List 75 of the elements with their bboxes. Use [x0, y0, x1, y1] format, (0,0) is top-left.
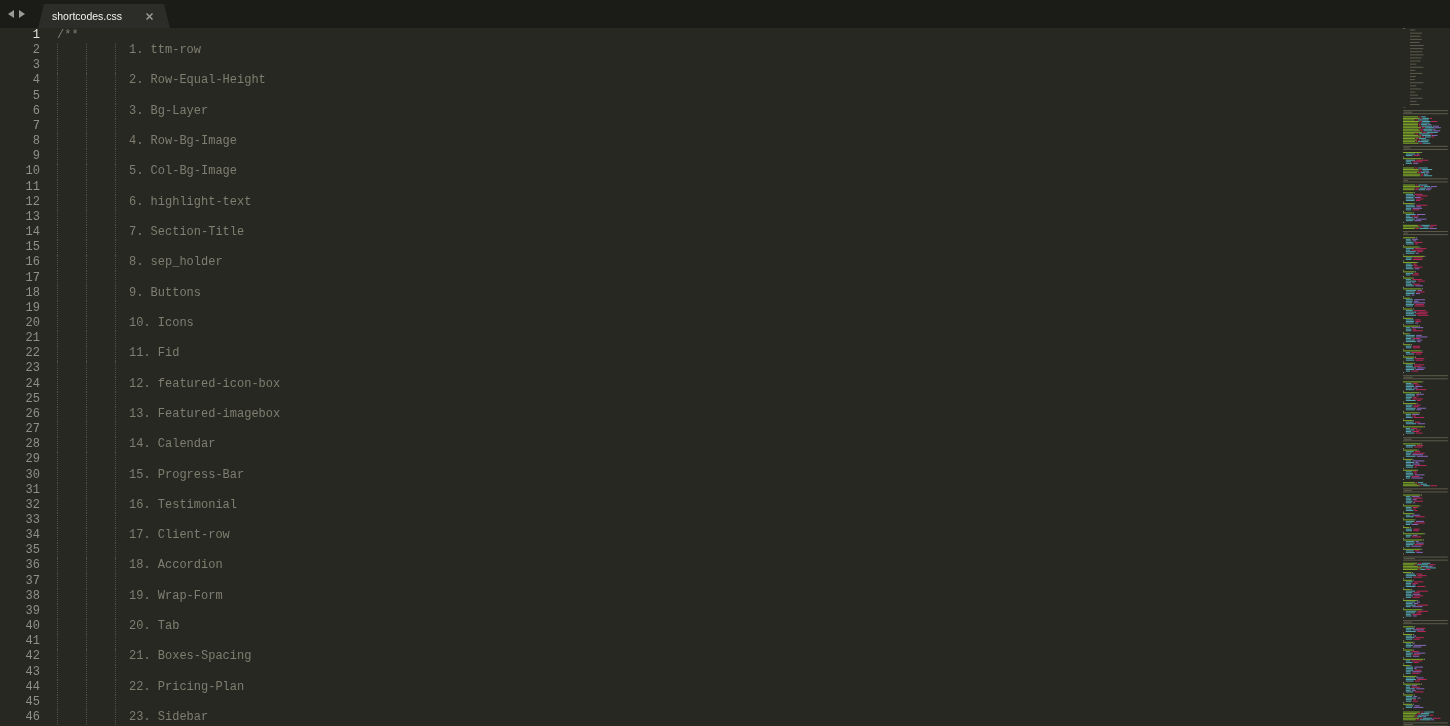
comment-text: 20. Tab: [129, 619, 180, 635]
comment-text: /**: [57, 28, 79, 44]
line-number: 33: [24, 513, 40, 529]
line-number: 30: [24, 467, 40, 483]
left-triangle-icon[interactable]: [8, 9, 14, 18]
comment-text: 12. featured-icon-box: [129, 376, 281, 392]
line-number: 29: [24, 452, 40, 468]
line-number: 34: [24, 528, 40, 544]
line-number: 24: [24, 376, 40, 392]
line-number: 31: [24, 482, 40, 498]
line-number: 42: [24, 649, 40, 665]
line-number: 37: [24, 573, 40, 589]
line-number: 9: [31, 149, 40, 165]
comment-text: 13. Featured-imagebox: [129, 406, 281, 423]
comment-text: 23. Sidebar: [129, 710, 209, 726]
line-number: 10: [24, 164, 40, 180]
comment-text: 2. Row-Equal-Height: [129, 73, 266, 89]
line-number: 44: [24, 679, 40, 695]
comment-text: 18. Accordion: [129, 558, 223, 574]
line-number: 1: [31, 28, 40, 44]
line-number: 25: [24, 391, 40, 407]
line-number: 46: [24, 710, 40, 726]
comment-text: 3. Bg-Layer: [129, 103, 209, 119]
line-number: 3: [31, 58, 40, 74]
close-icon[interactable]: [146, 12, 153, 20]
comment-text: 16. Testimonial: [129, 497, 237, 513]
comment-text: 7. Section-Title: [129, 225, 245, 241]
line-number: 12: [24, 194, 40, 210]
comment-text: 9. Buttons: [129, 285, 201, 301]
line-number: 8: [31, 134, 40, 150]
line-number: 13: [24, 209, 40, 226]
line-number: 28: [24, 437, 40, 453]
line-number: 14: [24, 225, 40, 241]
line-number: 40: [24, 619, 40, 635]
line-number: 32: [24, 497, 40, 513]
line-number: 43: [24, 664, 40, 680]
line-number: 7: [31, 118, 40, 135]
comment-text: 11. Fid: [129, 346, 180, 362]
comment-text: 6. highlight-text: [129, 194, 252, 210]
line-number: 22: [24, 346, 40, 362]
comment-text: 22. Pricing-Plan: [129, 679, 245, 695]
comment-text: 1. ttm-row: [129, 43, 201, 59]
line-number: 19: [24, 300, 40, 316]
line-number: 38: [24, 588, 40, 604]
minimap-drawing[interactable]: [1400, 28, 1450, 726]
comment-text: 4. Row-Bg-Image: [129, 134, 237, 150]
comment-text: 5. Col-Bg-Image: [129, 164, 237, 180]
comment-text: 10. Icons: [129, 315, 194, 332]
comment-text: 21. Boxes-Spacing: [129, 649, 252, 665]
line-number: 6: [31, 103, 40, 119]
line-number: 2: [31, 43, 40, 59]
line-number: 26: [24, 406, 40, 423]
line-number: 41: [24, 634, 40, 650]
line-number: 15: [24, 240, 40, 256]
line-number: 4: [31, 73, 40, 89]
line-number: 17: [24, 270, 40, 286]
line-number: 45: [24, 694, 40, 711]
comment-text: 15. Progress-Bar: [129, 467, 245, 483]
line-number: 5: [31, 88, 40, 104]
line-number: 11: [24, 179, 40, 195]
line-number: 16: [24, 255, 40, 271]
line-number: 35: [24, 543, 40, 559]
line-number: 21: [24, 331, 40, 347]
comment-text: 17. Client-row: [129, 528, 230, 544]
line-number: 39: [24, 603, 40, 620]
line-number: 23: [24, 361, 40, 377]
comment-text: 14. Calendar: [129, 437, 216, 453]
file-tab[interactable]: shortcodes.css: [38, 4, 170, 28]
line-number: 20: [24, 315, 40, 332]
comment-text: 8. sep_holder: [129, 255, 223, 271]
line-number: 27: [24, 422, 40, 438]
line-number: 18: [24, 285, 40, 301]
comment-text: 19. Wrap-Form: [129, 588, 223, 604]
right-triangle-icon[interactable]: [19, 9, 25, 18]
line-number: 36: [24, 558, 40, 574]
